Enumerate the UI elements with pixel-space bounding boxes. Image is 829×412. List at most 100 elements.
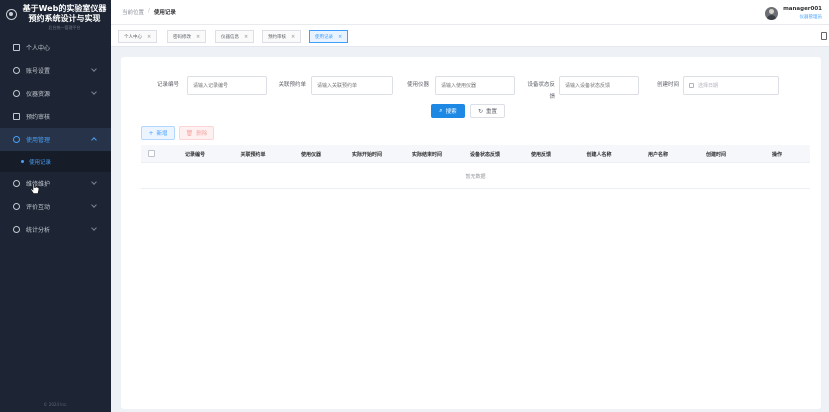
select-all-checkbox[interactable] [148, 150, 155, 157]
tab-booking-review[interactable]: 预约审核 × [262, 30, 302, 43]
add-button-label: 新增 [156, 131, 168, 137]
sidebar-item-account[interactable]: 账号设置 [0, 59, 111, 82]
column-header[interactable]: 创建人名称 [573, 151, 625, 158]
column-header[interactable]: 使用仪器 [287, 151, 335, 158]
column-header[interactable]: 使用反馈 [517, 151, 565, 158]
column-header[interactable]: 记录编号 [171, 151, 219, 158]
tab-password[interactable]: 密码修改 × [167, 30, 207, 43]
chevron-down-icon [91, 225, 97, 231]
trash-icon: 🗑 [185, 129, 194, 137]
square-icon [13, 44, 20, 51]
table-header: 记录编号 关联预约单 使用仪器 实际开始时间 实际结束时间 设备状态反馈 使用反… [141, 145, 810, 163]
chevron-down-icon [91, 179, 97, 185]
column-header[interactable]: 用户名称 [634, 151, 682, 158]
close-icon[interactable]: × [244, 34, 248, 40]
brand: 基于Web的实验室仪器预约系统设计与实现 后台统一管理平台 [0, 4, 111, 30]
tab-label: 预约审核 [268, 34, 286, 40]
tab-label: 使用记录 [315, 34, 333, 40]
search-button[interactable]: ⌕ 搜索 [431, 104, 465, 118]
field-label-status-feedback: 设备状态反馈 [527, 82, 555, 100]
circle-icon [13, 226, 20, 233]
close-icon[interactable]: × [338, 34, 342, 40]
logo-icon [6, 9, 17, 20]
chevron-down-icon [91, 66, 97, 72]
sidebar-item-label: 个人中心 [26, 45, 51, 52]
field-label-created-time: 创建时间 [656, 82, 679, 88]
sidebar-item-statistics[interactable]: 统计分析 [0, 218, 111, 241]
sidebar: 基于Web的实验室仪器预约系统设计与实现 后台统一管理平台 个人中心 账号设置 … [0, 0, 111, 412]
sidebar-item-maintenance[interactable]: 维修维护 [0, 172, 111, 195]
breadcrumb-home[interactable]: 当前位置 [122, 8, 144, 16]
circle-icon [13, 67, 20, 74]
square-icon [13, 113, 20, 120]
tab-label: 个人中心 [124, 34, 142, 40]
search-icon: ⌕ [439, 107, 443, 114]
app-subtitle: 后台统一管理平台 [48, 25, 81, 30]
column-header[interactable]: 关联预约单 [229, 151, 277, 158]
column-header[interactable]: 创建时间 [692, 151, 740, 158]
records-table: 记录编号 关联预约单 使用仪器 实际开始时间 实际结束时间 设备状态反馈 使用反… [141, 145, 810, 189]
tab-label: 密码修改 [173, 34, 191, 40]
delete-button-label: 删除 [196, 131, 208, 137]
column-header: 操作 [771, 152, 782, 158]
sidebar-item-label: 账号设置 [26, 68, 51, 75]
top-header: 当前位置 / 使用记录 manager001 仪器管理员 [111, 0, 829, 25]
instrument-input[interactable] [435, 76, 515, 95]
app-title: 基于Web的实验室仪器预约系统设计与实现 [22, 4, 107, 23]
sidebar-item-label: 统计分析 [26, 227, 51, 234]
sidebar-item-instruments[interactable]: 仪器资源 [0, 82, 111, 105]
status-feedback-input[interactable] [559, 76, 639, 95]
user-role: 仪器管理员 [799, 15, 823, 20]
sidebar-menu: 个人中心 账号设置 仪器资源 预约审核 使用管理 使用记录 维修维护 评价互动 … [0, 36, 111, 241]
column-header[interactable]: 设备状态反馈 [457, 151, 513, 158]
reset-button[interactable]: ↻ 重置 [470, 104, 505, 118]
circle-icon [13, 136, 20, 143]
refresh-icon: ↻ [477, 107, 483, 115]
reset-button-label: 重置 [486, 109, 498, 115]
circle-icon [13, 180, 20, 187]
sidebar-item-profile[interactable]: 个人中心 [0, 36, 111, 59]
sidebar-item-review[interactable]: 预约审核 [0, 105, 111, 128]
sidebar-subitem-usage-records[interactable]: 使用记录 [0, 151, 111, 172]
sidebar-item-usage[interactable]: 使用管理 [0, 128, 111, 151]
app-root: 基于Web的实验室仪器预约系统设计与实现 后台统一管理平台 个人中心 账号设置 … [0, 0, 829, 412]
breadcrumb-current: 使用记录 [153, 10, 176, 16]
close-icon[interactable]: × [291, 34, 295, 40]
search-button-label: 搜索 [445, 109, 457, 115]
user-menu[interactable]: manager001 仪器管理员 [765, 4, 822, 22]
delete-button[interactable]: 🗑 删除 [179, 126, 214, 140]
chevron-up-icon [91, 137, 97, 143]
circle-icon [13, 90, 20, 97]
column-header[interactable]: 实际结束时间 [399, 151, 455, 158]
sidebar-item-label: 仪器资源 [26, 91, 51, 98]
record-no-input[interactable] [187, 76, 267, 95]
bullet-icon [21, 160, 24, 163]
sidebar-item-reviews[interactable]: 评价互动 [0, 195, 111, 218]
circle-icon [13, 203, 20, 210]
breadcrumb-separator: / [148, 8, 150, 14]
hand-cursor-icon [30, 183, 40, 194]
empty-state: 暂无数据 [465, 173, 486, 180]
column-header[interactable]: 实际开始时间 [341, 151, 393, 158]
field-label-booking: 关联预约单 [278, 82, 306, 88]
tags-view: 个人中心 × 密码修改 × 仪器信息 × 预约审核 × 使用记录 × [111, 25, 829, 47]
tabs-menu-icon[interactable] [821, 32, 827, 40]
booking-input[interactable] [311, 76, 393, 95]
tab-profile[interactable]: 个人中心 × [118, 30, 158, 43]
tab-instrument-info[interactable]: 仪器信息 × [215, 30, 255, 43]
sidebar-item-label: 预约审核 [26, 114, 51, 121]
breadcrumb: 当前位置 / 使用记录 [122, 8, 176, 16]
tab-usage-records[interactable]: 使用记录 × [309, 30, 349, 43]
tab-label: 仪器信息 [221, 34, 239, 40]
created-date-picker[interactable]: 选择日期 [683, 76, 779, 95]
chevron-down-icon [91, 89, 97, 95]
chevron-down-icon [91, 202, 97, 208]
close-icon[interactable]: × [147, 34, 151, 40]
avatar[interactable] [765, 6, 779, 20]
sidebar-item-label: 评价互动 [26, 204, 51, 211]
add-button[interactable]: + 新增 [141, 126, 175, 140]
close-icon[interactable]: × [196, 34, 200, 40]
plus-icon: + [148, 129, 154, 137]
username: manager001 [783, 6, 822, 12]
date-placeholder: 选择日期 [698, 83, 719, 89]
